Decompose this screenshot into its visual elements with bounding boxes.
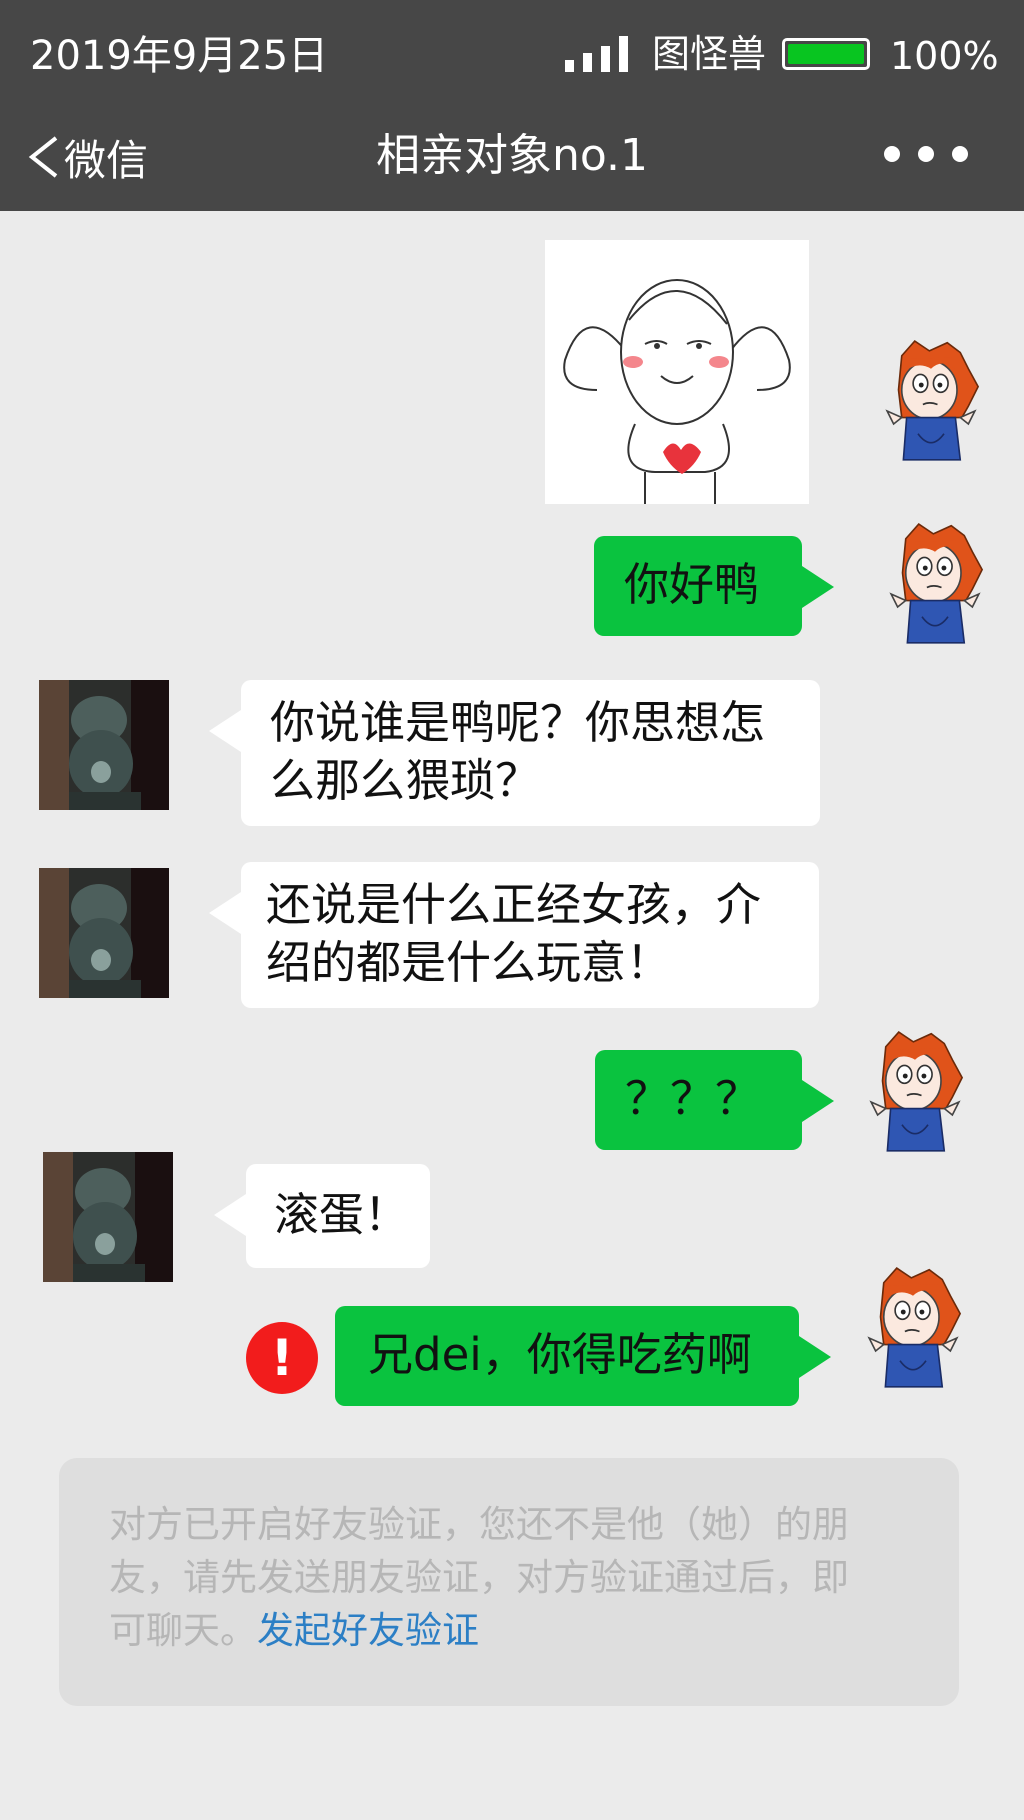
message-line: 你说谁是鸭呢？你思想怎 [270,696,766,749]
notice-line: 可聊天。发起好友验证 [109,1604,909,1657]
chat-title: 相亲对象no.1 [375,130,648,181]
battery-percent: 100% [890,34,999,78]
message-text: 兄dei，你得吃药啊 [368,1328,752,1381]
message-text: 你好鸭 [624,558,760,611]
my-avatar[interactable] [848,1260,978,1390]
my-avatar[interactable] [870,516,1000,646]
notice-line: 友，请先发送朋友验证，对方验证通过后，即 [109,1556,849,1599]
sticker-message[interactable] [545,240,809,504]
signal-icon [565,36,628,72]
battery-icon [782,38,870,70]
notice-line-prefix: 可聊天。 [109,1609,257,1652]
status-bar: 2019年9月25日 图怪兽 100% [0,0,1024,100]
notice-line: 对方已开启好友验证，您还不是他（她）的朋 [109,1503,849,1546]
message-line: 还说是什么正经女孩，介 [266,878,762,931]
outgoing-message-bubble-failed[interactable]: 兄dei，你得吃药啊 [335,1306,831,1406]
error-icon[interactable]: ! [246,1322,318,1394]
outgoing-message-bubble[interactable]: 你好鸭 [594,536,834,636]
contact-avatar[interactable] [43,1152,173,1282]
incoming-message-bubble[interactable]: 还说是什么正经女孩，介 绍的都是什么玩意！ [209,862,819,1008]
message-text: 滚蛋！ [274,1188,410,1241]
nav-bar: 微信 相亲对象no.1 [0,100,1024,211]
message-line: 么那么猥琐？ [270,754,541,807]
incoming-message-bubble[interactable]: 滚蛋！ [214,1164,430,1268]
friend-verification-notice: 对方已开启好友验证，您还不是他（她）的朋 友，请先发送朋友验证，对方验证通过后，… [59,1458,959,1706]
outgoing-message-bubble[interactable]: ？？？ [595,1050,834,1150]
more-dots-icon[interactable] [880,140,974,168]
status-date: 2019年9月25日 [30,33,329,79]
send-verification-link[interactable]: 发起好友验证 [257,1609,479,1652]
message-line: 绍的都是什么玩意！ [266,936,672,989]
incoming-message-bubble[interactable]: 你说谁是鸭呢？你思想怎 么那么猥琐？ [209,680,820,826]
contact-avatar[interactable] [39,868,169,998]
my-avatar[interactable] [850,1024,980,1154]
contact-avatar[interactable] [39,680,169,810]
my-avatar[interactable] [866,333,996,463]
carrier-name: 图怪兽 [652,32,767,76]
battery-fill [788,44,864,64]
sticker-drawing [563,279,791,504]
message-text: ？？？ [625,1072,761,1125]
